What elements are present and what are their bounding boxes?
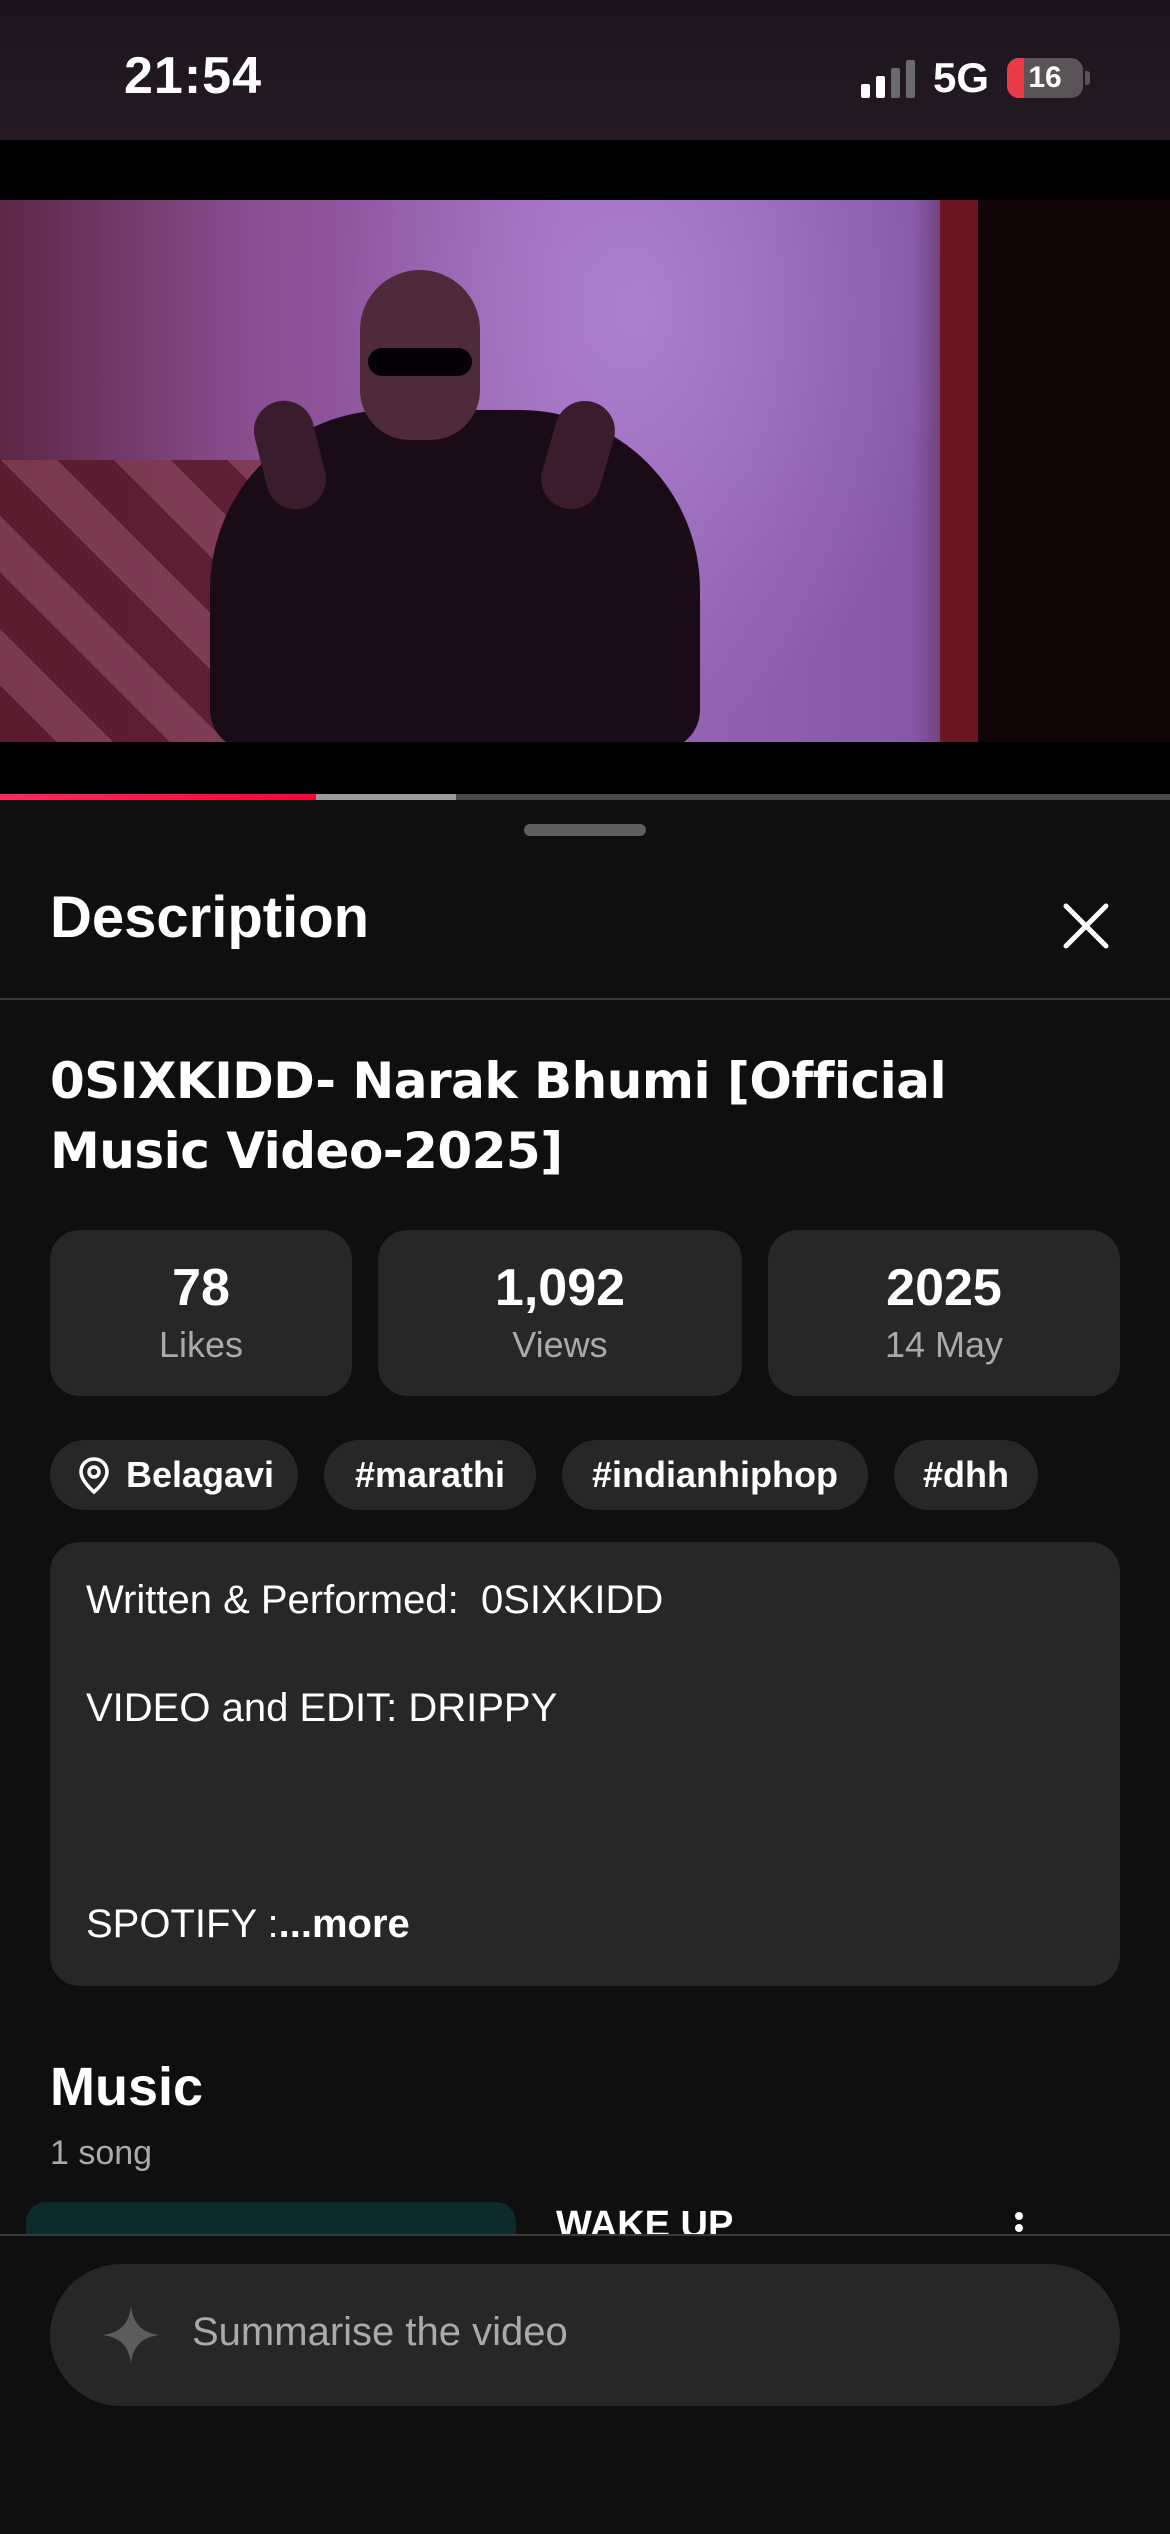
music-section-subtitle: 1 song xyxy=(50,2134,153,2172)
divider xyxy=(0,998,1170,1000)
stat-likes-label: Likes xyxy=(158,1324,244,1365)
stat-likes[interactable]: 78 Likes xyxy=(50,1230,352,1396)
close-button[interactable] xyxy=(1056,896,1116,956)
status-time: 21:54 xyxy=(124,47,262,105)
battery-nub xyxy=(1085,71,1090,85)
network-label: 5G xyxy=(932,54,989,101)
description-box[interactable]: Written & Performed: 0SIXKIDD VIDEO and … xyxy=(50,1542,1120,1986)
stat-views-value: 1,092 xyxy=(494,1259,626,1317)
summarise-placeholder: Summarise the video xyxy=(192,2310,568,2354)
tag-chip-indianhiphop[interactable]: #indianhiphop xyxy=(562,1440,868,1510)
video-title: 0SIXKIDD- Narak Bhumi [Official Music Vi… xyxy=(50,1052,947,1180)
tag-label: Belagavi xyxy=(125,1454,275,1495)
sparkle-icon xyxy=(102,2306,160,2364)
song-title[interactable]: WAKE UP xyxy=(556,2204,733,2238)
more-link[interactable]: ...more xyxy=(279,1902,410,1946)
stat-views-label: Views xyxy=(512,1324,608,1365)
tag-chip-location[interactable]: Belagavi xyxy=(50,1440,298,1510)
video-frame[interactable] xyxy=(0,200,1170,742)
battery-level: 16 xyxy=(1028,61,1062,94)
status-bar: 21:54 5G 16 xyxy=(0,0,1170,140)
battery-icon: 16 xyxy=(1007,58,1083,98)
location-pin-icon xyxy=(79,1457,109,1495)
stat-date-year: 2025 xyxy=(886,1259,1002,1317)
tag-chip-marathi[interactable]: #marathi xyxy=(324,1440,536,1510)
cellular-signal-icon xyxy=(860,58,915,98)
bottom-bar: Summarise the video xyxy=(0,2234,1170,2534)
stat-date[interactable]: 2025 14 May xyxy=(768,1230,1120,1396)
tag-label: #indianhiphop xyxy=(592,1454,838,1495)
stat-likes-value: 78 xyxy=(172,1259,230,1317)
tag-label: #dhh xyxy=(923,1454,1009,1495)
stat-date-day: 14 May xyxy=(884,1324,1004,1365)
tag-chip-dhh[interactable]: #dhh xyxy=(894,1440,1038,1510)
tag-label: #marathi xyxy=(354,1454,506,1495)
description-line: SPOTIFY : xyxy=(86,1902,279,1946)
sheet-title: Description xyxy=(50,885,370,950)
video-player[interactable] xyxy=(0,140,1170,800)
music-section-title: Music xyxy=(50,2057,204,2117)
stat-views[interactable]: 1,092 Views xyxy=(378,1230,742,1396)
status-indicators: 5G 16 xyxy=(860,54,1090,102)
close-icon xyxy=(1063,903,1109,949)
description-line: Written & Performed: 0SIXKIDD xyxy=(86,1578,664,1622)
description-line: VIDEO and EDIT: DRIPPY xyxy=(86,1686,558,1730)
summarise-input[interactable]: Summarise the video xyxy=(50,2264,1120,2406)
sheet-grabber[interactable] xyxy=(524,824,646,836)
description-last-line: SPOTIFY :...more xyxy=(86,1902,410,1947)
